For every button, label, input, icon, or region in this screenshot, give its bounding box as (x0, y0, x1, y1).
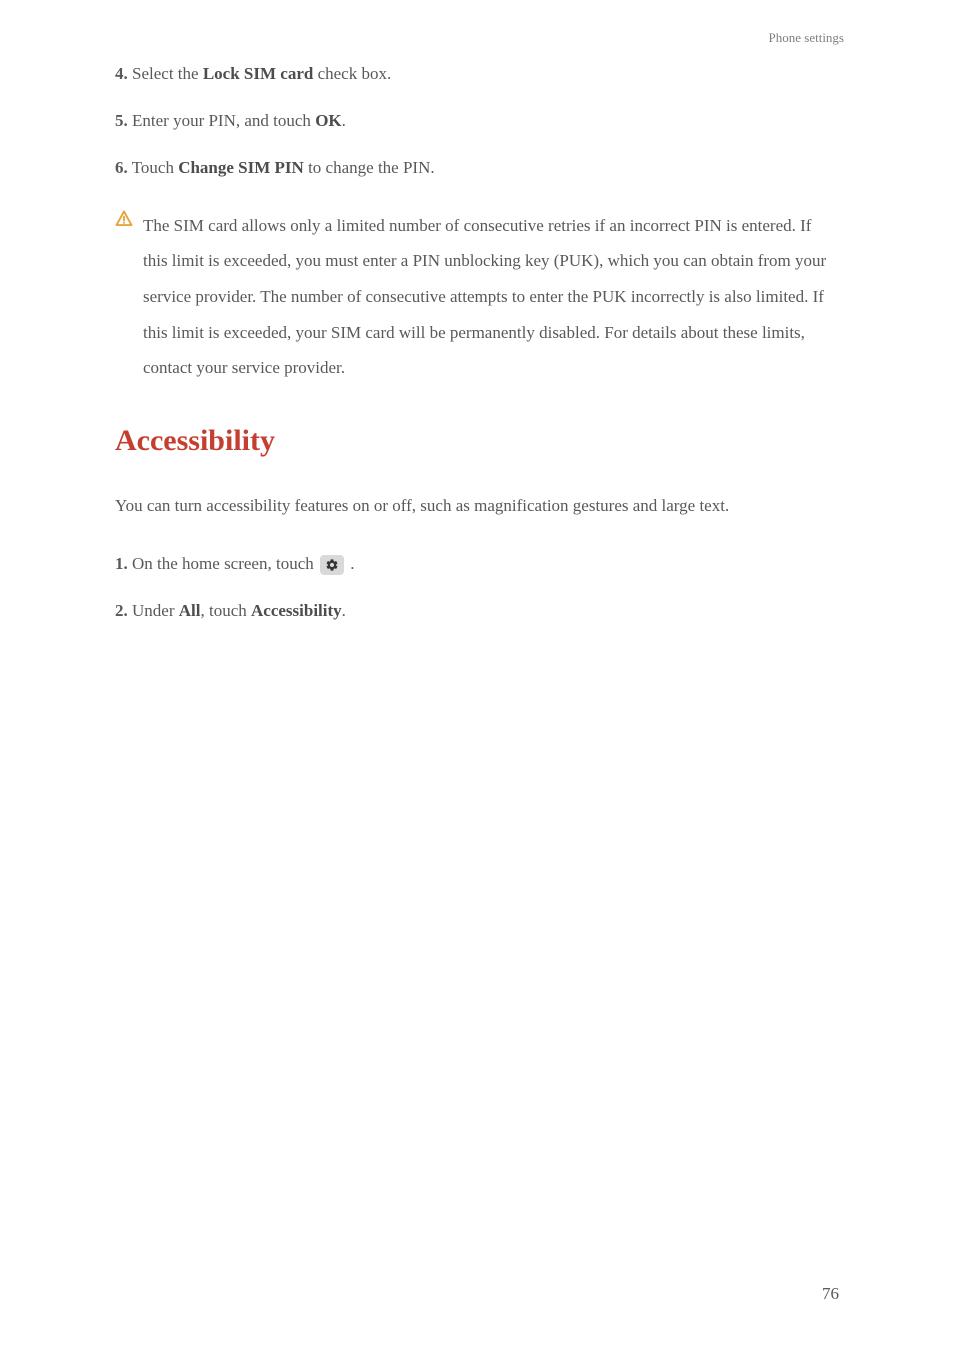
step-text-before: Under (132, 601, 179, 620)
warning-text: The SIM card allows only a limited numbe… (143, 208, 839, 386)
step-text-after: . (342, 601, 346, 620)
step-5: 5. Enter your PIN, and touch OK. (115, 107, 839, 134)
step-bold: Accessibility (251, 601, 342, 620)
step-text-mid: , touch (200, 601, 251, 620)
header-section-label: Phone settings (769, 30, 844, 46)
warning-icon (115, 210, 133, 228)
accessibility-intro: You can turn accessibility features on o… (115, 488, 839, 524)
page-content: 4. Select the Lock SIM card check box. 5… (0, 0, 954, 624)
step-text-before: Touch (132, 158, 179, 177)
settings-icon-wrapper (320, 555, 344, 575)
accessibility-heading: Accessibility (115, 424, 839, 458)
page-number: 76 (822, 1284, 839, 1304)
step-number: 5. (115, 111, 128, 130)
settings-icon (325, 558, 339, 572)
step-6: 6. Touch Change SIM PIN to change the PI… (115, 154, 839, 181)
step-number: 2. (115, 601, 128, 620)
step-text-after: . (342, 111, 346, 130)
step-bold: All (179, 601, 201, 620)
warning-block: The SIM card allows only a limited numbe… (115, 208, 839, 386)
step-number: 1. (115, 554, 128, 573)
step-bold: Change SIM PIN (178, 158, 304, 177)
step-text-after: to change the PIN. (304, 158, 435, 177)
step-text-before: Enter your PIN, and touch (132, 111, 315, 130)
accessibility-step-2: 2. Under All, touch Accessibility. (115, 597, 839, 624)
step-text-after: . (350, 554, 354, 573)
step-bold: Lock SIM card (203, 64, 314, 83)
accessibility-step-1: 1. On the home screen, touch . (115, 550, 839, 577)
step-text-before: On the home screen, touch (132, 554, 318, 573)
step-text-after: check box. (313, 64, 391, 83)
step-number: 6. (115, 158, 128, 177)
step-bold: OK (315, 111, 341, 130)
warning-icon-wrapper (115, 208, 143, 386)
step-text-before: Select the (132, 64, 203, 83)
step-number: 4. (115, 64, 128, 83)
step-4: 4. Select the Lock SIM card check box. (115, 60, 839, 87)
